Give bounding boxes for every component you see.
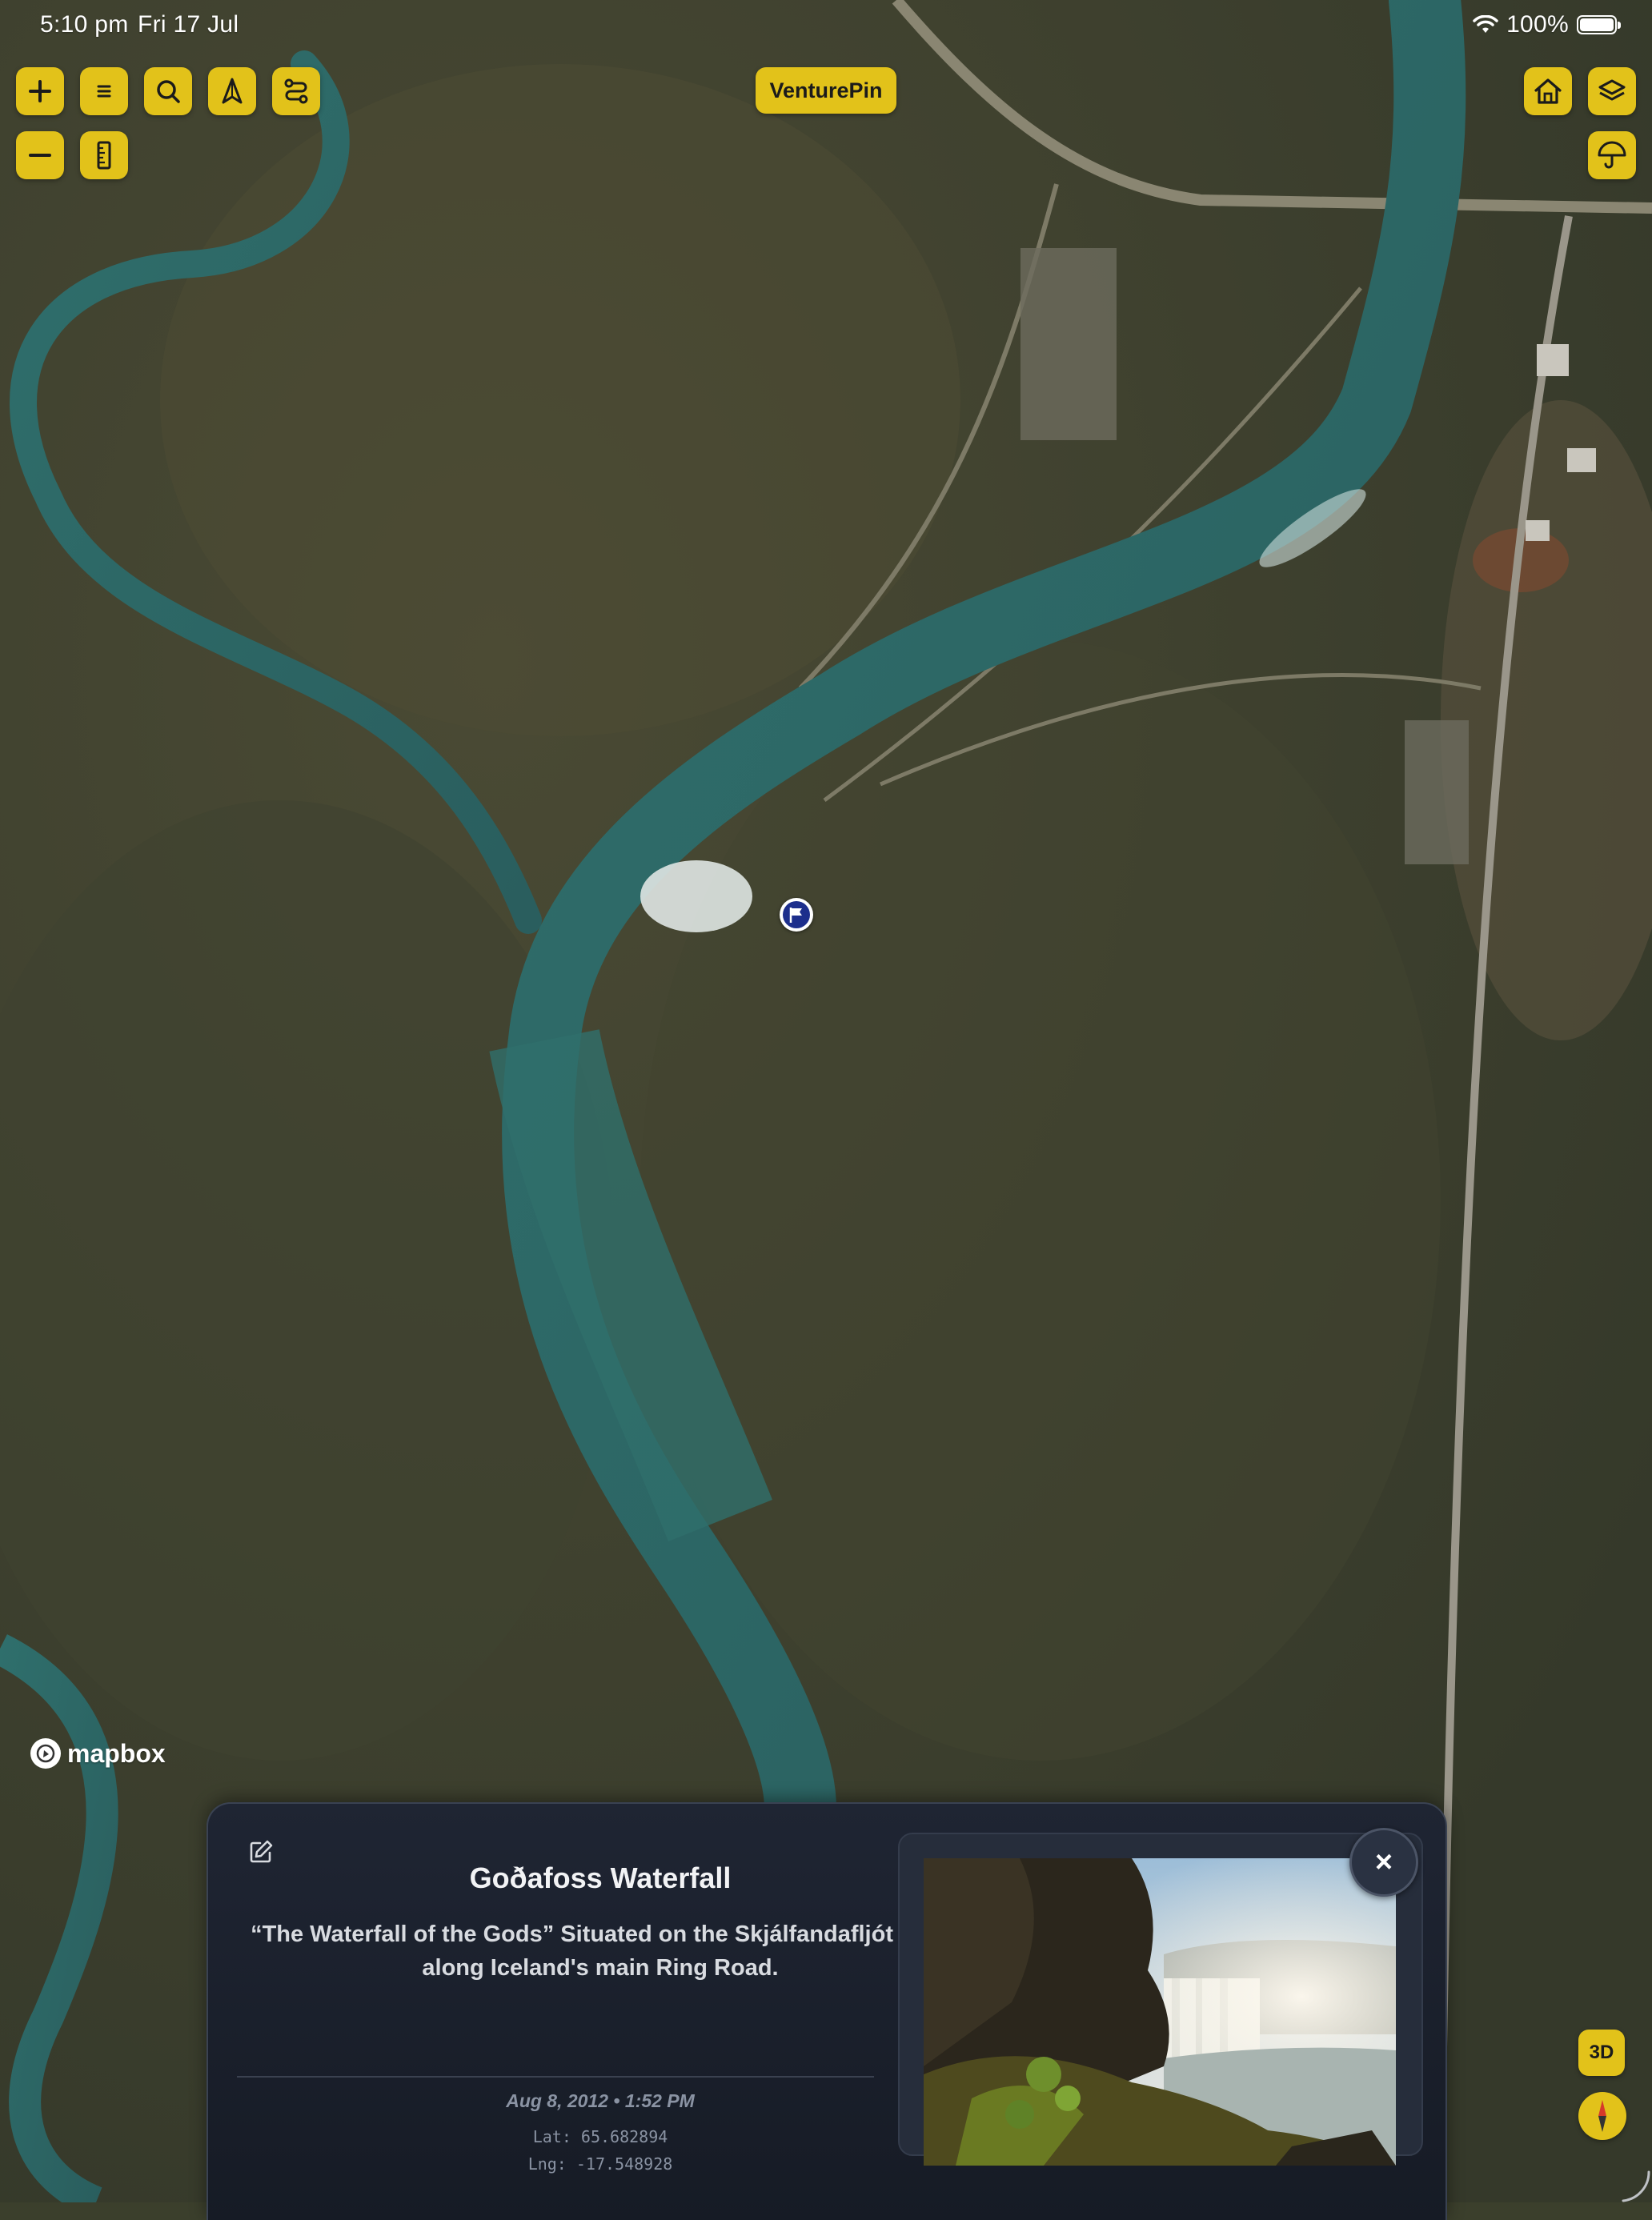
place-longitude: Lng: -17.548928 [527, 2154, 673, 2174]
weather-button[interactable] [1588, 131, 1636, 179]
waterfall-photo [924, 1858, 1396, 2166]
resize-grip-icon[interactable] [1617, 2161, 1652, 2202]
divider [237, 2076, 874, 2078]
route-button[interactable] [272, 67, 320, 115]
measure-button[interactable] [80, 131, 128, 179]
navigation-arrow-icon [222, 78, 243, 104]
search-icon [157, 80, 180, 103]
route-icon [284, 78, 308, 104]
place-date: Aug 8, 2012 • 1:52 PM [506, 2090, 695, 2111]
zoom-out-button[interactable] [16, 131, 64, 179]
home-button[interactable] [1524, 67, 1572, 115]
zoom-in-button[interactable] [16, 67, 64, 115]
place-info-card: Goðafoss Waterfall “The Waterfall of the… [206, 1802, 1447, 2220]
place-description: “The Waterfall of the Gods” Situated on … [251, 1921, 950, 1981]
mapbox-label: mapbox [67, 1738, 166, 1768]
battery-percent: 100% [1506, 11, 1569, 38]
layers-button[interactable] [1588, 67, 1636, 115]
poi-flag-marker[interactable] [780, 898, 813, 932]
wifi-icon [1473, 15, 1498, 33]
mapbox-logo-icon [30, 1738, 61, 1769]
umbrella-icon [1598, 141, 1626, 169]
place-photo[interactable] [924, 1858, 1396, 2166]
search-button[interactable] [144, 67, 192, 115]
ruler-icon [97, 141, 111, 170]
layers-icon [1598, 79, 1626, 101]
place-title: Goðafoss Waterfall [469, 1861, 732, 1894]
place-latitude: Lat: 65.682894 [532, 2127, 668, 2146]
view-3d-button[interactable]: 3D [1578, 2030, 1625, 2076]
navigate-button[interactable] [208, 67, 256, 115]
close-button[interactable]: × [1349, 1828, 1418, 1897]
photo-frame [898, 1833, 1423, 2166]
home-icon [1534, 78, 1562, 104]
battery-icon [1577, 15, 1621, 34]
status-time: 5:10 pm [40, 11, 129, 38]
mapbox-attribution[interactable]: mapbox [30, 1738, 166, 1769]
status-indicators: 100% [1473, 11, 1621, 38]
flag-icon [789, 908, 802, 923]
minus-icon [29, 154, 51, 157]
plus-icon [29, 80, 51, 102]
app-title-button[interactable]: VenturePin [756, 67, 896, 114]
compass-needle-icon [1598, 2100, 1606, 2132]
menu-icon [97, 85, 111, 98]
compass-button[interactable] [1578, 2092, 1626, 2140]
status-date: Fri 17 Jul [138, 11, 239, 38]
menu-button[interactable] [80, 67, 128, 115]
